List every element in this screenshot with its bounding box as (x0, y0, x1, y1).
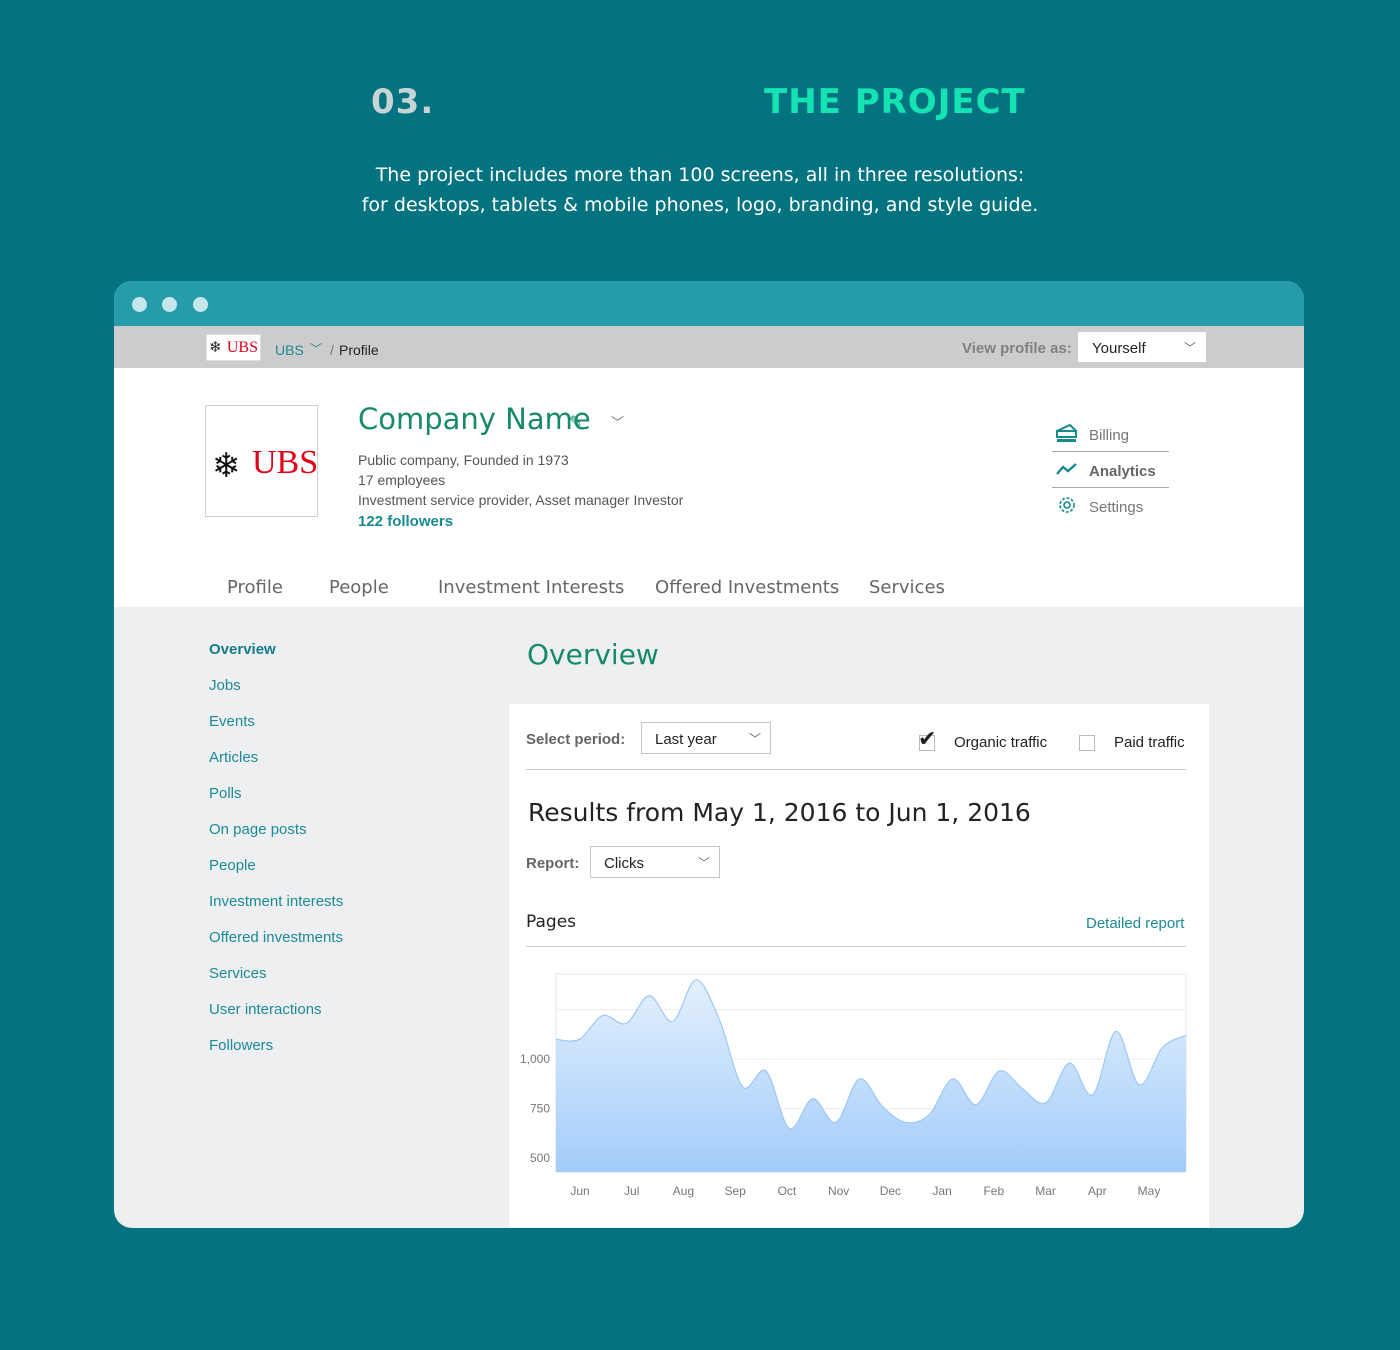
chart-x-tick-label: Aug (673, 1184, 694, 1198)
chevron-down-icon[interactable]: ﹀ (310, 340, 322, 357)
sidenav-item-followers[interactable]: Followers (209, 1037, 273, 1054)
pages-chart: 500 750 1,000 Jun Jul Aug Sep Oct Nov Dec Jan Feb Ma… (520, 973, 1187, 1198)
window-titlebar (114, 281, 1304, 326)
sidenav-item-jobs[interactable]: Jobs (209, 677, 241, 694)
report-select[interactable]: Clicks ﹀ (590, 846, 720, 878)
chart-x-tick-label: Feb (983, 1184, 1004, 1198)
breadcrumb-separator: / (330, 342, 334, 358)
hero-title: THE PROJECT (764, 82, 1026, 122)
browser-window: ❄ UBS UBS ﹀ / Profile View profile as: Y… (114, 281, 1304, 1228)
sidenav-item-on-page-posts[interactable]: On page posts (209, 821, 307, 838)
breadcrumb-company[interactable]: UBS (275, 342, 304, 358)
chart-x-tick-label: Mar (1035, 1184, 1056, 1198)
chart-x-tick-label: Dec (880, 1184, 901, 1198)
chevron-down-icon: ﹀ (1183, 341, 1196, 355)
sidenav-item-user-interactions[interactable]: User interactions (209, 1001, 322, 1018)
tab-profile[interactable]: Profile (227, 577, 283, 598)
view-as-label: View profile as: (962, 340, 1072, 357)
breadcrumb-current: Profile (339, 342, 379, 358)
hero-number: 03. (371, 82, 435, 122)
small-logo[interactable]: ❄ UBS (206, 334, 261, 361)
chart-y-tick-label: 500 (530, 1151, 550, 1165)
view-as-select[interactable]: Yourself ﹀ (1078, 332, 1206, 362)
keys-icon: ❄ (212, 447, 241, 485)
chart-y-tick-label: 1,000 (520, 1052, 550, 1066)
select-period-label: Select period: (526, 731, 626, 748)
menu-analytics[interactable]: Analytics (1052, 452, 1169, 488)
report-label: Report: (526, 855, 580, 872)
gear-icon (1059, 497, 1075, 513)
company-header: ❄ UBS Company Name ✎ ﹀ Public company, F… (114, 368, 1304, 607)
hero-description-line1: The project includes more than 100 scree… (375, 164, 1025, 186)
chart-x-tick-label: Oct (778, 1184, 797, 1198)
sidenav-item-events[interactable]: Events (209, 713, 255, 730)
company-employees: 17 employees (358, 472, 446, 488)
window-dot-close[interactable] (132, 297, 147, 312)
sidenav-item-polls[interactable]: Polls (209, 785, 242, 802)
company-type: Public company, Founded in 1973 (358, 452, 569, 468)
analytics-panel: Select period: Last year ﹀ ✔ Organic tra… (509, 704, 1209, 1228)
organic-traffic-label: Organic traffic (954, 734, 1048, 751)
analytics-icon (1056, 463, 1077, 475)
sidenav-item-articles[interactable]: Articles (209, 749, 258, 766)
sidenav-item-investment-interests[interactable]: Investment interests (209, 893, 343, 910)
window-dot-maximize[interactable] (193, 297, 208, 312)
window-dot-minimize[interactable] (162, 297, 177, 312)
checkmark-icon: ✔ (918, 726, 937, 751)
divider (526, 946, 1186, 947)
sidenav-item-offered-investments[interactable]: Offered investments (209, 929, 343, 946)
top-bar: ❄ UBS UBS ﹀ / Profile View profile as: Y… (114, 326, 1304, 368)
chart-x-tick-label: Apr (1088, 1184, 1107, 1198)
paid-traffic-label: Paid traffic (1114, 734, 1185, 751)
company-name: Company Name (358, 402, 591, 436)
sidenav-item-people[interactable]: People (209, 857, 256, 874)
sidenav-item-services[interactable]: Services (209, 965, 267, 982)
sidenav-item-overview[interactable]: Overview (209, 641, 276, 658)
chart-x-tick-label: Jul (624, 1184, 639, 1198)
tab-investment-interests[interactable]: Investment Interests (438, 577, 624, 598)
tab-people[interactable]: People (329, 577, 389, 598)
chevron-down-icon: ﹀ (748, 732, 761, 746)
period-select[interactable]: Last year ﹀ (641, 722, 771, 754)
detailed-report-link[interactable]: Detailed report (1086, 915, 1184, 932)
tab-services[interactable]: Services (869, 577, 945, 598)
divider (526, 769, 1186, 770)
chart-x-tick-label: May (1138, 1184, 1161, 1198)
page-title: Overview (527, 638, 659, 671)
chart-x-tick-label: Nov (828, 1184, 849, 1198)
company-logo: ❄ UBS (205, 405, 318, 517)
billing-icon (1056, 423, 1077, 442)
menu-settings[interactable]: Settings (1052, 488, 1169, 524)
chart-x-tick-label: Jan (932, 1184, 951, 1198)
menu-billing[interactable]: Billing (1052, 416, 1169, 452)
chevron-down-icon: ﹀ (697, 856, 710, 870)
chevron-down-icon[interactable]: ﹀ (611, 412, 624, 431)
company-description: Investment service provider, Asset manag… (358, 492, 684, 508)
results-title: Results from May 1, 2016 to Jun 1, 2016 (528, 798, 1031, 827)
pencil-icon[interactable]: ✎ (569, 412, 582, 432)
keys-icon: ❄ (209, 340, 222, 356)
hero-description-line2: for desktops, tablets & mobile phones, l… (361, 194, 1039, 216)
followers-link[interactable]: 122 followers (358, 513, 453, 530)
chart-x-tick-label: Jun (570, 1184, 589, 1198)
chart-y-tick-label: 750 (530, 1102, 550, 1116)
tab-offered-investments[interactable]: Offered Investments (655, 577, 839, 598)
chart-x-tick-label: Sep (725, 1184, 747, 1198)
pages-heading: Pages (526, 912, 577, 932)
paid-traffic-checkbox[interactable] (1079, 735, 1095, 751)
